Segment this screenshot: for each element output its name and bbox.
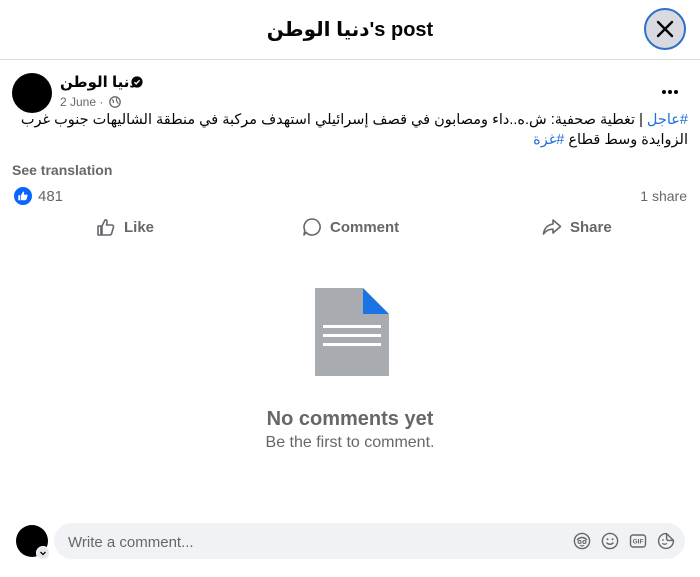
post-text-line-1: #عاجل | تغطية صحفية: ش.ه..داء ومصابون في…	[8, 110, 688, 130]
close-icon	[656, 20, 674, 38]
verified-badge-icon	[131, 76, 143, 88]
close-button[interactable]	[644, 8, 686, 50]
reaction-count[interactable]: 481	[38, 188, 63, 205]
post-text-line-2: الزوايدة وسط قطاع #غزة	[8, 130, 688, 150]
author-name[interactable]: دنيا الوطن	[60, 73, 137, 91]
share-button[interactable]: Share	[542, 212, 612, 242]
post-date[interactable]: 2 June	[60, 95, 96, 109]
hashtag-gaza[interactable]: #غزة	[533, 132, 564, 148]
share-label: Share	[570, 218, 612, 236]
meta-separator: ·	[99, 95, 104, 109]
avatar-sticker-icon[interactable]	[573, 532, 591, 550]
share-arrow-icon	[542, 219, 562, 235]
comment-label: Comment	[330, 218, 400, 236]
author-avatar[interactable]	[12, 73, 52, 113]
like-label: Like	[124, 218, 155, 236]
comment-composer[interactable]: GIF	[54, 523, 685, 561]
post-actions: Like Comment Share	[0, 212, 700, 242]
thumbs-up-icon	[97, 219, 115, 236]
sticker-icon[interactable]	[657, 532, 675, 550]
svg-text:GIF: GIF	[633, 539, 644, 546]
comment-button[interactable]: Comment	[302, 212, 399, 242]
like-button[interactable]: Like	[96, 212, 154, 242]
post-meta: 2 June ·	[60, 95, 103, 109]
document-icon	[315, 288, 389, 376]
post-text-body-2: الزوايدة وسط قطاع	[564, 132, 688, 148]
see-translation-link[interactable]: See translation	[12, 162, 112, 178]
post-text: #عاجل | تغطية صحفية: ش.ه..داء ومصابون في…	[8, 110, 688, 150]
avatar-chevron-button[interactable]	[36, 546, 50, 560]
share-count[interactable]: 1 share	[640, 188, 687, 204]
like-reaction-icon[interactable]	[14, 187, 32, 205]
empty-comments-subtitle: Be the first to comment.	[265, 434, 435, 451]
emoji-icon[interactable]	[601, 532, 619, 550]
empty-comments-title: No comments yet	[266, 408, 434, 430]
comment-bubble-icon	[303, 218, 321, 236]
post-text-body: | تغطية صحفية: ش.ه..داء ومصابون في قصف إ…	[20, 112, 643, 128]
gif-icon[interactable]: GIF	[629, 532, 647, 550]
comment-input[interactable]	[66, 523, 550, 561]
hashtag-urgent[interactable]: #عاجل	[647, 112, 688, 128]
dialog-title: دنيا الوطن's post	[266, 19, 434, 41]
dialog-header: دنيا الوطن's post	[0, 0, 700, 60]
more-options-button[interactable]	[652, 78, 688, 104]
globe-icon	[109, 96, 121, 108]
chevron-down-icon	[40, 551, 46, 556]
